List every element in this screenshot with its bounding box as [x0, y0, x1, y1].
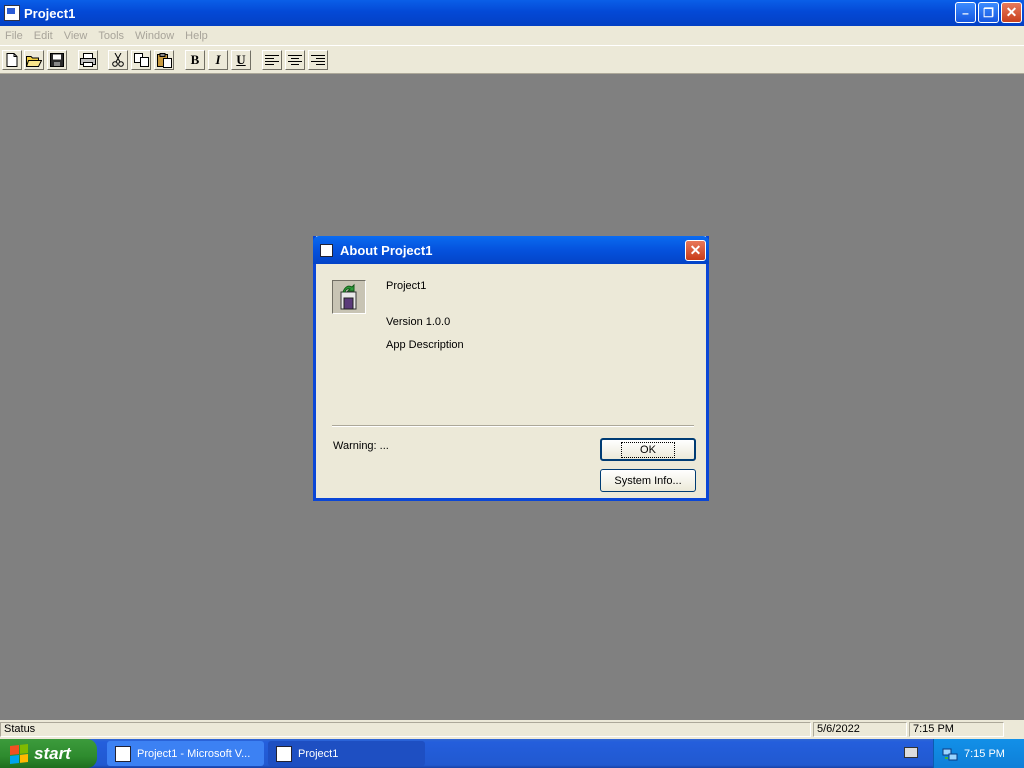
new-document-button[interactable] — [2, 50, 22, 70]
window-titlebar[interactable]: Project1 – ❐ ✕ — [0, 0, 1024, 26]
underline-button[interactable]: U — [231, 50, 251, 70]
taskbar-item-vb[interactable]: Project1 - Microsoft V... — [107, 741, 264, 766]
copy-icon — [133, 53, 149, 67]
bold-button[interactable]: B — [185, 50, 205, 70]
taskbar-item-project1[interactable]: Project1 — [268, 741, 425, 766]
status-text-panel: Status — [0, 722, 811, 737]
system-tray: 7:15 PM — [933, 739, 1024, 768]
align-right-icon — [311, 55, 325, 65]
new-document-icon — [6, 53, 18, 67]
ok-button[interactable]: OK — [600, 438, 696, 461]
warning-label: Warning: ... — [333, 440, 389, 452]
menu-bar: File Edit View Tools Window Help — [0, 26, 1024, 45]
start-label: start — [34, 743, 71, 763]
dialog-body: Project1 Version 1.0.0 App Description W… — [316, 264, 706, 498]
dialog-separator — [332, 425, 694, 427]
paste-icon — [156, 52, 172, 68]
save-button[interactable] — [47, 50, 67, 70]
network-icon[interactable] — [942, 746, 958, 762]
app-logo-icon — [332, 280, 366, 314]
cut-button[interactable] — [108, 50, 128, 70]
start-button[interactable]: start — [0, 739, 97, 768]
print-icon — [80, 53, 96, 67]
menu-file[interactable]: File — [0, 30, 29, 42]
dialog-close-button[interactable]: ✕ — [685, 240, 706, 261]
status-bar: Status 5/6/2022 7:15 PM — [0, 720, 1024, 739]
project-app-icon — [276, 745, 292, 762]
copy-button[interactable] — [131, 50, 151, 70]
status-date-panel: 5/6/2022 — [813, 722, 907, 737]
taskbar-item-label: Project1 - Microsoft V... — [137, 747, 251, 760]
status-time-panel: 7:15 PM — [909, 722, 1004, 737]
menu-view[interactable]: View — [59, 30, 94, 42]
save-disk-icon — [50, 53, 64, 67]
windows-logo-icon — [10, 743, 28, 764]
print-button[interactable] — [78, 50, 98, 70]
description-label: App Description — [386, 339, 464, 351]
dialog-title: About Project1 — [340, 242, 433, 258]
minimize-button[interactable]: – — [955, 2, 976, 23]
align-center-button[interactable] — [285, 50, 305, 70]
app-icon — [4, 5, 20, 21]
about-dialog: About Project1 ✕ Project1 Version 1.0.0 … — [313, 236, 709, 501]
system-info-button[interactable]: System Info... — [600, 469, 696, 492]
window-title: Project1 — [24, 5, 76, 21]
open-folder-icon — [26, 55, 42, 67]
menu-tools[interactable]: Tools — [93, 30, 130, 42]
taskbar-item-label: Project1 — [298, 747, 339, 760]
align-left-icon — [265, 55, 279, 65]
dialog-titlebar[interactable]: About Project1 ✕ — [313, 236, 709, 264]
vb-app-icon — [115, 745, 131, 762]
version-label: Version 1.0.0 — [386, 316, 451, 328]
keyboard-icon[interactable] — [904, 747, 918, 758]
dialog-window-icon — [320, 243, 333, 257]
restore-button[interactable]: ❐ — [978, 2, 999, 23]
clock[interactable]: 7:15 PM — [964, 748, 1005, 760]
align-center-icon — [288, 55, 302, 65]
app-name-label: Project1 — [386, 280, 427, 292]
menu-window[interactable]: Window — [130, 30, 180, 42]
window-controls: – ❐ ✕ — [955, 2, 1022, 23]
align-left-button[interactable] — [262, 50, 282, 70]
toolbar: B I U — [0, 45, 1024, 74]
ok-button-label: OK — [621, 441, 675, 458]
menu-help[interactable]: Help — [180, 30, 214, 42]
menu-edit[interactable]: Edit — [29, 30, 59, 42]
close-button[interactable]: ✕ — [1001, 2, 1022, 23]
align-right-button[interactable] — [308, 50, 328, 70]
cut-icon — [112, 53, 124, 67]
taskbar: start Project1 - Microsoft V... Project1… — [0, 739, 1024, 768]
open-button[interactable] — [24, 50, 44, 70]
paste-button[interactable] — [154, 50, 174, 70]
italic-button[interactable]: I — [208, 50, 228, 70]
